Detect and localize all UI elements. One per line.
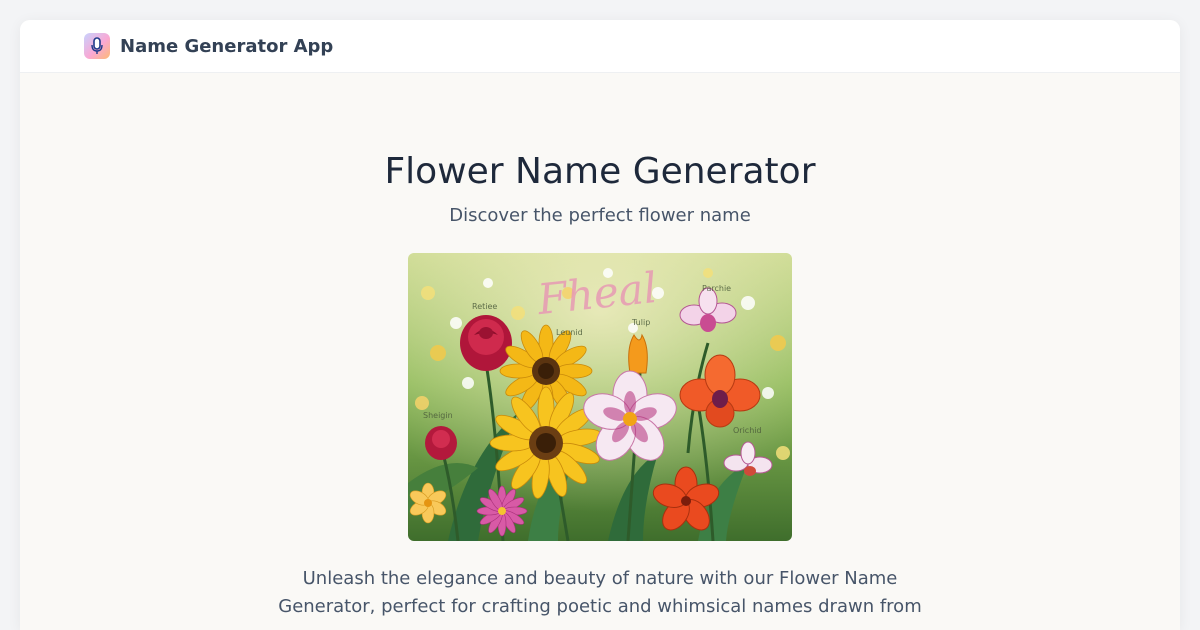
page-subtitle: Discover the perfect flower name (449, 205, 751, 227)
image-label-leunid: Leunid (556, 328, 583, 337)
microphone-logo-icon[interactable] (84, 33, 110, 59)
app-name[interactable]: Name Generator App (120, 36, 333, 57)
page-title: Flower Name Generator (384, 151, 816, 192)
image-label-parchie: Parchie (702, 284, 731, 293)
description-text: Unleash the elegance and beauty of natur… (278, 568, 922, 618)
flower-illustration: Fheal Retiee Leunid Tulip Parchie Sheigi… (408, 253, 792, 542)
image-label-orichid: Orichid (733, 426, 762, 435)
image-label-tulip: Tulip (631, 318, 650, 327)
image-label-retiee: Retiee (472, 302, 497, 311)
image-label-sheigin: Sheigin (423, 411, 453, 420)
top-navbar: Name Generator App (20, 20, 1180, 73)
main-content: Flower Name Generator Discover the perfe… (20, 73, 1180, 621)
app-window: Name Generator App Flower Name Generator… (20, 20, 1180, 630)
